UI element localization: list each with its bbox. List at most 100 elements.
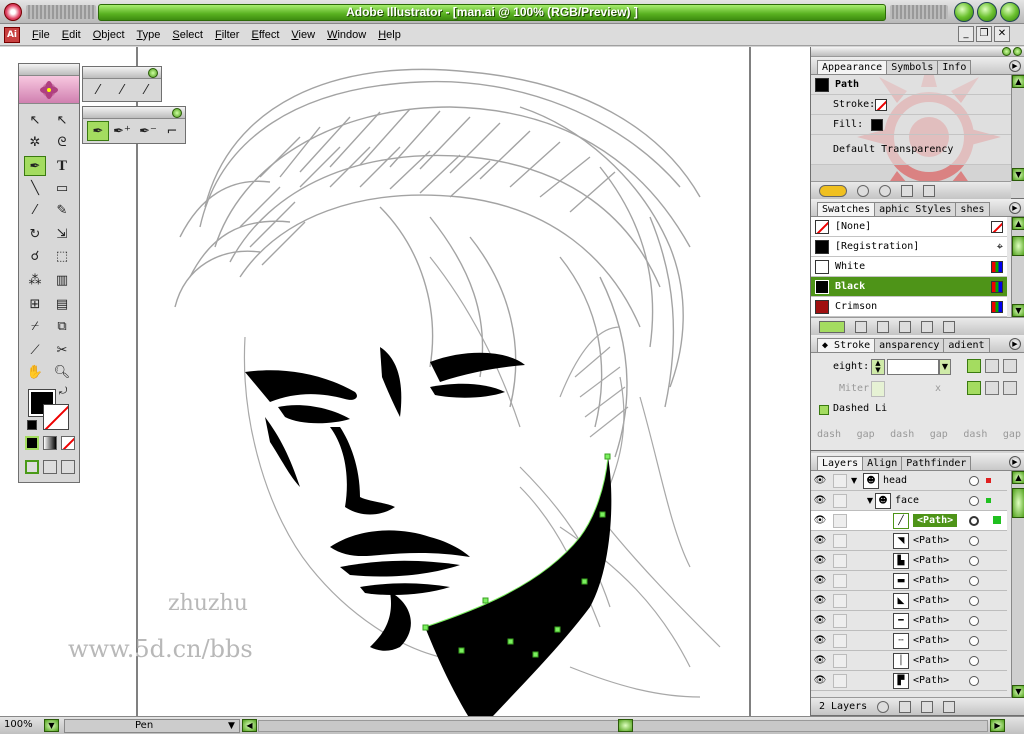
- appearance-stroke-row[interactable]: Stroke:: [811, 95, 1024, 115]
- reduce-to-basic-icon[interactable]: [879, 184, 891, 197]
- appearance-scrollbar[interactable]: ▲ ▼: [1011, 75, 1024, 181]
- pencil-tool-icon[interactable]: ✎: [51, 200, 73, 220]
- horizontal-scroll-thumb[interactable]: [618, 719, 633, 732]
- doc-restore-button[interactable]: ❐: [976, 26, 992, 42]
- target-circle-icon[interactable]: [969, 676, 979, 686]
- layers-scroll-thumb[interactable]: [1012, 488, 1024, 518]
- menu-view[interactable]: View: [285, 29, 321, 41]
- paintbrush-tool-icon[interactable]: ⁄: [24, 200, 46, 220]
- menu-file[interactable]: File: [26, 29, 56, 41]
- lock-toggle[interactable]: [833, 633, 847, 648]
- visibility-eye-icon[interactable]: 👁︎: [811, 555, 829, 566]
- lock-toggle[interactable]: [833, 533, 847, 548]
- blend-tool-icon[interactable]: ⧉: [51, 316, 73, 336]
- weight-stepper[interactable]: ▲ ▼: [871, 359, 885, 375]
- rotate-tool-icon[interactable]: ↻: [24, 224, 46, 244]
- type-tool-icon[interactable]: T: [51, 156, 73, 176]
- appearance-fill-row[interactable]: Fill:: [811, 115, 1024, 135]
- lock-toggle[interactable]: [833, 673, 847, 688]
- layer-row-path-selected[interactable]: 👁︎ ╱ <Path>: [811, 511, 1007, 531]
- show-swatch-kinds-icon[interactable]: [819, 320, 845, 333]
- appearance-transparency-row[interactable]: Default Transparency: [811, 135, 1024, 165]
- selection-tool-icon[interactable]: ↖: [24, 110, 46, 130]
- full-screen-menu-mode-button[interactable]: [43, 460, 57, 474]
- tab-gradient[interactable]: adient: [943, 338, 990, 352]
- free-transform-tool-icon[interactable]: ⬚: [51, 246, 73, 266]
- target-circle-icon[interactable]: [969, 536, 979, 546]
- target-circle-icon[interactable]: [969, 636, 979, 646]
- rectangle-tool-icon[interactable]: ▭: [51, 178, 73, 198]
- target-circle-icon[interactable]: [969, 596, 979, 606]
- scroll-down-icon[interactable]: ▼: [1012, 168, 1024, 181]
- lock-toggle[interactable]: [833, 593, 847, 608]
- scissors-tool-icon[interactable]: ✂: [51, 340, 73, 360]
- zoom-level[interactable]: 100%: [4, 719, 33, 730]
- visibility-eye-icon[interactable]: 👁︎: [811, 575, 829, 586]
- doc-close-button[interactable]: ✕: [994, 26, 1010, 42]
- swatches-scroll-up-icon[interactable]: ▲: [1012, 217, 1024, 230]
- toolbox-header[interactable]: [19, 64, 79, 76]
- swatches-menu-icon[interactable]: ▶: [1009, 202, 1021, 214]
- weight-dropdown-icon[interactable]: ▼: [939, 359, 951, 375]
- pen-icon[interactable]: ✒: [87, 121, 109, 141]
- lock-toggle[interactable]: [833, 473, 847, 488]
- bevel-join-button[interactable]: [1003, 381, 1017, 395]
- zoom-tool-icon[interactable]: 🔍︎: [51, 362, 73, 382]
- stroke-none-swatch[interactable]: [875, 98, 888, 111]
- hand-tool-icon[interactable]: ✋: [24, 362, 46, 382]
- clear-appearance-icon[interactable]: [857, 184, 869, 197]
- fill-black-swatch[interactable]: [871, 118, 884, 131]
- layer-row-path[interactable]: 👁︎ │ <Path>: [811, 651, 1007, 671]
- symbol-sprayer-tool-icon[interactable]: ⁂: [24, 270, 46, 290]
- appearance-object-row[interactable]: Path: [811, 75, 1024, 95]
- scroll-up-icon[interactable]: ▲: [1012, 75, 1024, 88]
- layer-row-path[interactable]: 👁︎ ━ <Path>: [811, 611, 1007, 631]
- scroll-right-icon[interactable]: ▶: [990, 719, 1005, 732]
- swatch-white[interactable]: White: [811, 257, 1007, 277]
- visibility-eye-icon[interactable]: 👁︎: [811, 535, 829, 546]
- tab-brushes[interactable]: shes: [955, 202, 990, 216]
- zoom-dropdown-icon[interactable]: ▼: [44, 719, 59, 732]
- layers-scroll-down-icon[interactable]: ▼: [1012, 685, 1024, 698]
- miter-join-button[interactable]: [967, 381, 981, 395]
- show-color-swatches-icon[interactable]: [855, 320, 867, 333]
- menu-window[interactable]: Window: [321, 29, 372, 41]
- pencil-flyout-header[interactable]: [83, 67, 161, 79]
- layer-row-path[interactable]: 👁︎ ▛ <Path>: [811, 671, 1007, 691]
- artboard-canvas[interactable]: zhuzhu www.5d.cn/bbs: [0, 47, 810, 716]
- menu-help[interactable]: Help: [372, 29, 407, 41]
- expand-triangle-icon[interactable]: ▼: [851, 476, 863, 485]
- lock-toggle[interactable]: [833, 553, 847, 568]
- panel-minimize-icon[interactable]: [1002, 47, 1011, 56]
- target-circle-icon[interactable]: [969, 556, 979, 566]
- visibility-eye-icon[interactable]: 👁︎: [811, 595, 829, 606]
- layers-menu-icon[interactable]: ▶: [1009, 456, 1021, 468]
- target-circle-icon[interactable]: [969, 516, 979, 526]
- document-icon[interactable]: Ai: [4, 26, 20, 43]
- swatches-scroll-thumb[interactable]: [1012, 236, 1024, 256]
- eyedropper-tool-icon[interactable]: ⌿: [24, 316, 46, 336]
- tab-transparency[interactable]: ansparency: [874, 338, 945, 352]
- layer-row-path[interactable]: 👁︎ ◥ <Path>: [811, 531, 1007, 551]
- magic-wand-tool-icon[interactable]: ✲: [24, 132, 46, 152]
- smooth-tool-icon[interactable]: ⁄: [111, 80, 133, 100]
- maximize-button[interactable]: [977, 2, 997, 22]
- graph-tool-icon[interactable]: ▥: [51, 270, 73, 290]
- visibility-eye-icon[interactable]: 👁︎: [811, 675, 829, 686]
- layer-row-path[interactable]: 👁︎ ▙ <Path>: [811, 551, 1007, 571]
- visibility-eye-icon[interactable]: 👁︎: [811, 515, 829, 526]
- lasso-tool-icon[interactable]: ᘓ: [51, 132, 73, 152]
- pen-flyout-close-icon[interactable]: [172, 108, 182, 118]
- pencil-icon[interactable]: ⁄: [87, 80, 109, 100]
- visibility-eye-icon[interactable]: 👁︎: [811, 475, 829, 486]
- layers-scrollbar[interactable]: ▲ ▼: [1011, 471, 1024, 698]
- flyout-close-icon[interactable]: [148, 68, 158, 78]
- show-pattern-swatches-icon[interactable]: [899, 320, 911, 333]
- dashed-line-checkbox[interactable]: [819, 405, 829, 415]
- menu-type[interactable]: Type: [131, 29, 167, 41]
- show-gradient-swatches-icon[interactable]: [877, 320, 889, 333]
- warp-tool-icon[interactable]: ☌: [24, 246, 46, 266]
- line-tool-icon[interactable]: ╲: [24, 178, 46, 198]
- mesh-tool-icon[interactable]: ⊞: [24, 294, 46, 314]
- scroll-left-icon[interactable]: ◀: [242, 719, 257, 732]
